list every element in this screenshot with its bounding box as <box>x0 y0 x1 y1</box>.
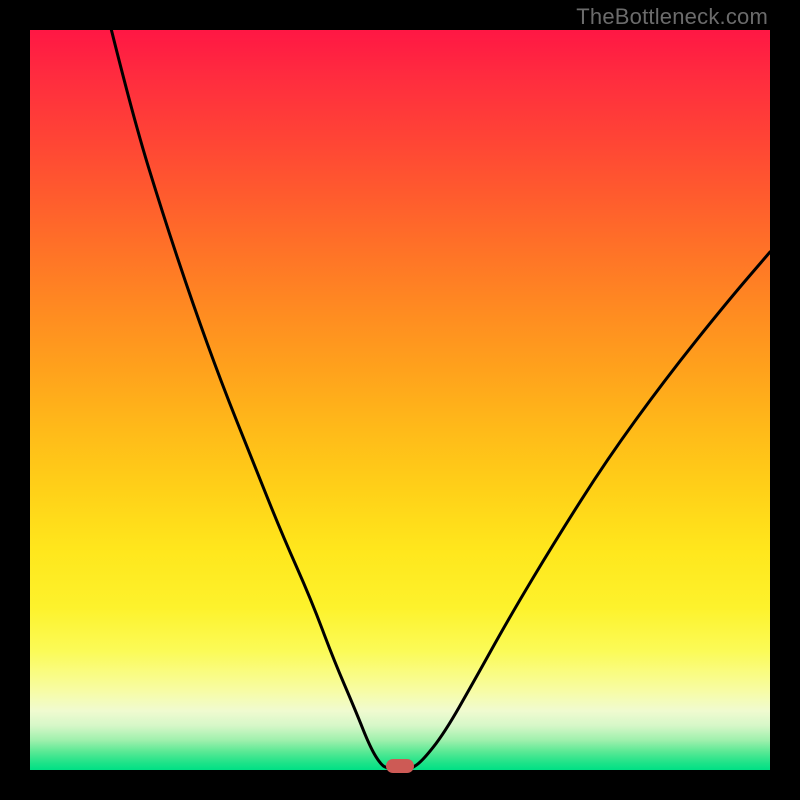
curve-path <box>111 30 770 769</box>
watermark-text: TheBottleneck.com <box>576 4 768 30</box>
outer-frame: TheBottleneck.com <box>0 0 800 800</box>
bottleneck-curve <box>30 30 770 770</box>
plot-area <box>30 30 770 770</box>
minimum-marker <box>386 759 414 773</box>
